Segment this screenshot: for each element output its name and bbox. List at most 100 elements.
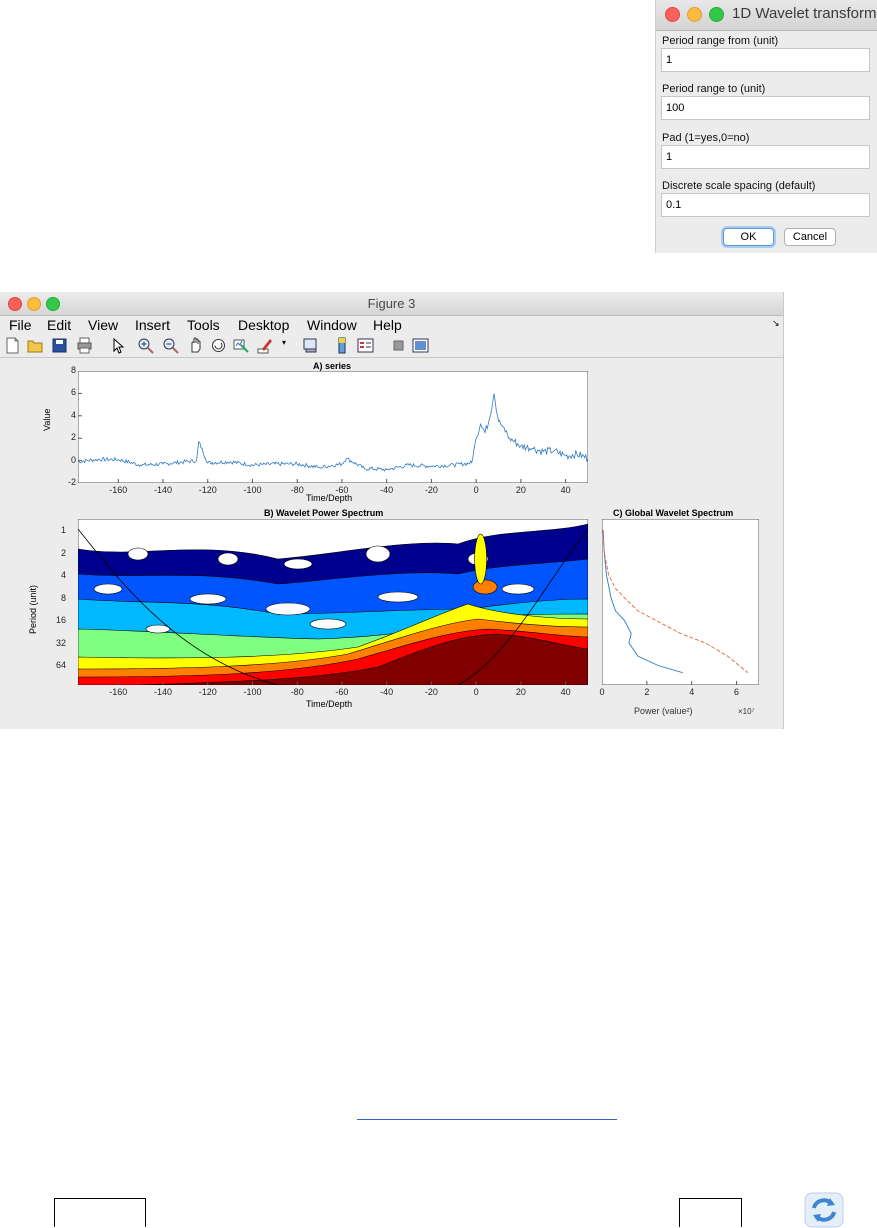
figure-window: Figure 3 File Edit View Insert Tools Des… xyxy=(0,292,784,729)
menu-window[interactable]: Window xyxy=(307,317,357,333)
brush-icon[interactable] xyxy=(257,337,274,354)
open-folder-icon[interactable] xyxy=(27,337,44,354)
wavelet-y-tick-label: 4 xyxy=(60,570,66,581)
menu-desktop[interactable]: Desktop xyxy=(238,317,289,333)
period-from-label: Period range from (unit) xyxy=(662,35,779,47)
series-plot-title: A) series xyxy=(313,361,352,371)
wavelet-low-power-blob xyxy=(377,591,419,603)
global-x-tick-label: 6 xyxy=(734,687,740,697)
global-spectrum-title: C) Global Wavelet Spectrum xyxy=(613,508,734,518)
pointer-icon[interactable] xyxy=(109,337,126,354)
scale-spacing-input[interactable] xyxy=(661,193,870,217)
zoom-icon[interactable] xyxy=(709,7,724,22)
menu-insert[interactable]: Insert xyxy=(135,317,170,333)
series-x-tick-label: -40 xyxy=(380,485,394,495)
wavelet-x-tick-label: -20 xyxy=(424,687,438,697)
global-x-scale-note: ×10⁷ xyxy=(738,707,755,716)
wavelet-x-tick-label: 0 xyxy=(473,687,479,697)
dock-arrow-icon[interactable]: ↘ xyxy=(772,318,780,329)
wavelet-y-tick-label: 8 xyxy=(60,592,66,603)
series-x-tick-label: -100 xyxy=(243,485,262,495)
legend-icon[interactable] xyxy=(357,337,374,354)
print-icon[interactable] xyxy=(76,337,93,354)
figure-canvas: A) series Value Time/Depth B) Wavelet Po… xyxy=(0,358,783,729)
menu-view[interactable]: View xyxy=(88,317,118,333)
global-spectrum-plot[interactable] xyxy=(602,519,759,685)
empty-box-right xyxy=(679,1198,742,1227)
series-plot[interactable] xyxy=(78,371,588,483)
wavelet-hotspot xyxy=(472,579,498,595)
global-x-tick-label: 0 xyxy=(599,687,605,697)
save-icon[interactable] xyxy=(51,337,68,354)
menubar: File Edit View Insert Tools Desktop Wind… xyxy=(0,316,783,335)
period-from-input[interactable] xyxy=(661,48,870,72)
wavelet-low-power-blob xyxy=(127,547,149,561)
series-x-tick-label: -60 xyxy=(335,485,349,495)
series-y-tick-label: 0 xyxy=(70,454,76,465)
ok-button[interactable]: OK xyxy=(723,228,774,246)
menu-file[interactable]: File xyxy=(9,317,32,333)
wavelet-x-tick-label: -160 xyxy=(109,687,128,697)
pad-label: Pad (1=yes,0=no) xyxy=(662,132,750,144)
zoom-in-icon[interactable] xyxy=(137,337,154,354)
wavelet-x-tick-label: 20 xyxy=(515,687,526,697)
cancel-button[interactable]: Cancel xyxy=(784,228,836,246)
scale-spacing-label: Discrete scale spacing (default) xyxy=(662,180,816,192)
data-cursor-icon[interactable] xyxy=(233,337,250,354)
pad-input[interactable] xyxy=(661,145,870,169)
pan-icon[interactable] xyxy=(187,337,204,354)
colorbar-icon[interactable] xyxy=(334,337,351,354)
link-plot-icon[interactable] xyxy=(302,337,319,354)
series-y-tick-label: 8 xyxy=(70,365,76,375)
minimize-icon[interactable] xyxy=(687,7,702,22)
wavelet-power-plot[interactable] xyxy=(78,519,588,685)
wavelet-x-tick-label: -80 xyxy=(290,687,304,697)
series-x-tick-label: 0 xyxy=(473,485,479,495)
dialog-titlebar[interactable]: 1D Wavelet transform xyxy=(656,0,877,31)
wavelet-x-tick-label: -60 xyxy=(335,687,349,697)
period-to-label: Period range to (unit) xyxy=(662,83,766,95)
menu-tools[interactable]: Tools xyxy=(187,317,220,333)
series-y-tick-label: 4 xyxy=(70,409,76,420)
series-y-tick-label: 6 xyxy=(70,387,76,398)
rotate-3d-icon[interactable] xyxy=(210,337,227,354)
global-x-tick-label: 4 xyxy=(689,687,695,697)
global-plot-area xyxy=(602,519,759,685)
zoom-out-icon[interactable] xyxy=(162,337,179,354)
wavelet-low-power-blob xyxy=(265,602,311,616)
period-to-input[interactable] xyxy=(661,96,870,120)
wavelet-low-power-blob xyxy=(283,558,313,570)
wavelet-x-tick-label: 40 xyxy=(560,687,571,697)
close-icon[interactable] xyxy=(665,7,680,22)
wavelet-low-power-blob xyxy=(93,583,123,595)
show-plot-tools-icon[interactable] xyxy=(412,337,429,354)
menu-edit[interactable]: Edit xyxy=(47,317,71,333)
wavelet-vertical-ridge xyxy=(474,533,487,585)
new-file-icon[interactable] xyxy=(4,337,21,354)
wavelet-low-power-blob xyxy=(309,618,347,630)
wavelet-y-tick-label: 1 xyxy=(60,525,66,535)
wavelet-y-tick-label: 16 xyxy=(55,615,66,626)
series-x-tick-label: 40 xyxy=(560,485,571,495)
wavelet-x-tick-label: -100 xyxy=(243,687,262,697)
series-x-tick-label: -120 xyxy=(198,485,217,495)
wavelet-low-power-blob xyxy=(189,593,227,605)
wavelet-y-tick-label: 32 xyxy=(55,637,66,648)
brush-dropdown-icon[interactable]: ▾ xyxy=(282,338,286,347)
wavelet-low-power-blob xyxy=(501,583,535,595)
hyperlink-underline[interactable] xyxy=(357,1119,617,1120)
wavelet-x-axis-label: Time/Depth xyxy=(306,699,353,709)
wavelet-x-tick-label: -40 xyxy=(380,687,394,697)
series-x-tick-label: -160 xyxy=(109,485,128,495)
series-y-tick-label: -2 xyxy=(67,477,76,487)
series-x-tick-label: -140 xyxy=(153,485,172,495)
series-x-tick-label: -80 xyxy=(290,485,304,495)
figure-titlebar[interactable]: Figure 3 xyxy=(0,292,783,316)
series-x-tick-label: 20 xyxy=(515,485,526,495)
refresh-icon[interactable] xyxy=(804,1192,844,1228)
wavelet-low-power-blob xyxy=(217,552,239,566)
menu-help[interactable]: Help xyxy=(373,317,402,333)
hide-plot-tools-icon[interactable] xyxy=(390,337,407,354)
wavelet-power-title: B) Wavelet Power Spectrum xyxy=(264,508,384,518)
wavelet-y-tick-label: 64 xyxy=(55,660,66,671)
